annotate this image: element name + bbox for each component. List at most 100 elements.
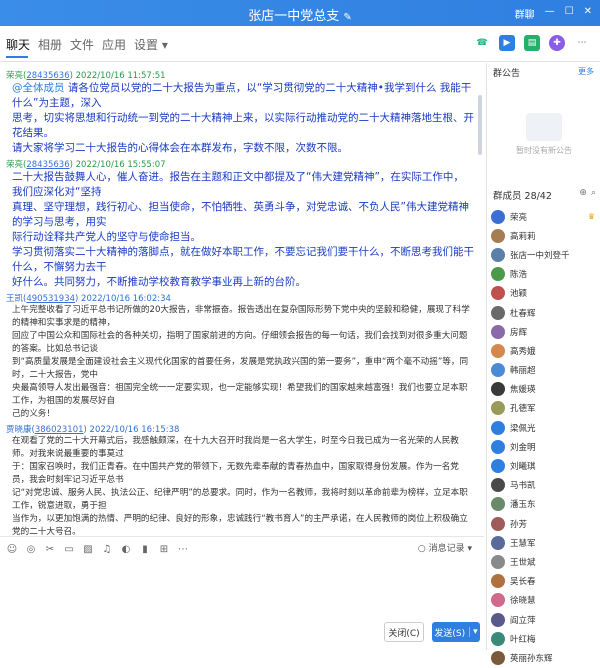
mention-all[interactable]: @全体成员 bbox=[12, 82, 65, 94]
minimize-icon[interactable]: — bbox=[545, 6, 555, 21]
member-item[interactable]: 马书凯 bbox=[491, 476, 599, 495]
message-line: 在观看了党的二十大开幕式后，我感触颇深，在十九大召开时我尚是一名大学生，时至今日… bbox=[12, 436, 459, 459]
member-name: 焦媛瑛 bbox=[510, 385, 536, 396]
message-sender[interactable]: 荣亮 bbox=[6, 71, 23, 81]
grid-icon[interactable]: ⊞ bbox=[158, 544, 170, 556]
message-line: 思考，切实将思想和行动统一到党的二十大精神上来，以实际行动推动党的二十大精神落地… bbox=[12, 112, 474, 139]
member-item[interactable]: 潘玉东 bbox=[491, 495, 599, 514]
message-input[interactable]: 关闭(C) 发送(S) ▾ bbox=[0, 562, 484, 650]
message-line: 到“高质量发展是全面建设社会主义现代化国家的首要任务，发展是党执政兴国的第一要务… bbox=[12, 357, 469, 380]
gif-icon[interactable]: ◎ bbox=[25, 544, 37, 556]
member-item[interactable]: 荣亮 ♛ bbox=[491, 207, 599, 226]
owner-icon: ♛ bbox=[587, 212, 595, 222]
tab-apps[interactable]: 应用 bbox=[102, 36, 126, 53]
notice-more-link[interactable]: 更多 bbox=[578, 66, 594, 77]
send-label: 发送(S) bbox=[434, 628, 466, 639]
member-item[interactable]: 英丽孙东辉 bbox=[491, 648, 599, 667]
member-item[interactable]: 陈浩 bbox=[491, 265, 599, 284]
member-item[interactable]: 杜春辉 bbox=[491, 303, 599, 322]
message-line: 回应了中国公众和国际社会的各种关切，指明了国家前进的方向。仔细领会报告的每一句话… bbox=[12, 331, 468, 354]
tab-files[interactable]: 文件 bbox=[70, 36, 94, 53]
phone-icon[interactable]: ☎ bbox=[474, 35, 490, 51]
avatar bbox=[491, 401, 505, 416]
member-item[interactable]: 徐晓慧 bbox=[491, 591, 599, 610]
member-item[interactable]: 刘金明 bbox=[491, 437, 599, 456]
member-actions: ⊕ ⌕ bbox=[579, 188, 596, 198]
member-item[interactable]: 韩丽超 bbox=[491, 361, 599, 380]
video-icon[interactable]: ▶ bbox=[499, 35, 515, 51]
message-sender[interactable]: 荣亮 bbox=[6, 160, 23, 170]
chevron-down-icon[interactable]: ▾ bbox=[469, 627, 478, 637]
member-item[interactable]: 王世斌 bbox=[491, 552, 599, 571]
add-member-icon[interactable]: ⊕ bbox=[579, 188, 587, 198]
edit-icon[interactable]: ✎ bbox=[343, 12, 351, 23]
emoji-icon[interactable]: ☺ bbox=[6, 544, 18, 556]
avatar bbox=[491, 535, 505, 550]
member-list[interactable]: 荣亮 ♛ 高莉莉张店一中刘登千陈浩池颖杜春辉房辉高秀娥韩丽超焦媛瑛孔德军 梁佩光 刘金明… bbox=[491, 207, 599, 668]
member-item[interactable]: 孔德军 bbox=[491, 399, 599, 418]
member-item[interactable]: 张店一中刘登千 bbox=[491, 245, 599, 264]
avatar bbox=[491, 593, 505, 608]
member-item[interactable]: 梁佩光 bbox=[491, 418, 599, 437]
member-name: 池颖 bbox=[510, 289, 528, 300]
group-name: 张店一中党总支 bbox=[248, 9, 340, 24]
member-name: 阎立萍 bbox=[510, 615, 536, 626]
message-line: 于：国家召唤时，我们正青春。在中国共产党的带领下，无数先辈奉献的青春热血中，国家… bbox=[12, 462, 459, 485]
whiteboard-icon[interactable]: ▤ bbox=[524, 35, 540, 51]
members-title: 群成员 28/42 bbox=[493, 191, 552, 202]
apps-icon[interactable]: ✚ bbox=[549, 35, 565, 51]
avatar bbox=[491, 286, 505, 301]
member-item[interactable]: 高秀娥 bbox=[491, 341, 599, 360]
notice-title: 群公告 bbox=[493, 69, 521, 79]
message-scrollbar[interactable] bbox=[478, 95, 482, 155]
member-name: 杜春辉 bbox=[510, 308, 536, 319]
send-button[interactable]: 发送(S) ▾ bbox=[432, 622, 480, 642]
member-item[interactable]: 池颖 bbox=[491, 284, 599, 303]
image-icon[interactable]: ▨ bbox=[82, 544, 94, 556]
notice-empty: 暂时没有新公告 bbox=[509, 113, 579, 156]
voice-icon[interactable]: ◐ bbox=[120, 544, 132, 556]
scissors-icon[interactable]: ✂ bbox=[44, 544, 56, 556]
message-line: 学习贯彻落实二十大精神的落脚点，就在做好本职工作，不要忘记我们要干什么，不断思考… bbox=[12, 246, 474, 273]
message-line: 央最高领导人发出最强音：祖国完全统一一定要实现，也一定能够实现！希望我们的国家越… bbox=[12, 383, 468, 406]
message-list[interactable]: 荣亮(28435636) 2022/10/16 11:57:51 @全体成员 请各… bbox=[0, 63, 484, 535]
message-sender-id[interactable]: 490531934 bbox=[26, 294, 75, 304]
more-icon[interactable]: ⋯ bbox=[574, 35, 590, 51]
message-sender[interactable]: 王凯 bbox=[6, 294, 23, 304]
member-item[interactable]: 孙芳 bbox=[491, 514, 599, 533]
music-icon[interactable]: ♫ bbox=[101, 544, 113, 556]
message-history-button[interactable]: ○ 消息记录 ▾ bbox=[418, 541, 472, 554]
tab-chat[interactable]: 聊天 bbox=[6, 36, 30, 53]
message-line: 请大家将学习二十大报告的心得体会在本群发布，字数不限，次数不限。 bbox=[12, 142, 348, 154]
message-line: 记“对党忠诚、服务人民、执法公正、纪律严明”的总要求。同时，作为一名教师，我将时… bbox=[12, 488, 468, 511]
group-sidebar: 群公告 更多 暂时没有新公告 群成员 28/42 ⊕ ⌕ 荣亮 ♛ 高莉莉张店一中刘… bbox=[486, 63, 600, 665]
message-sender-id[interactable]: 28435636 bbox=[26, 160, 69, 170]
tab-album[interactable]: 相册 bbox=[38, 36, 62, 53]
member-item[interactable]: 刘曦琪 bbox=[491, 456, 599, 475]
file-icon[interactable]: ▭ bbox=[63, 544, 75, 556]
maximize-icon[interactable]: ☐ bbox=[565, 6, 574, 21]
member-name: 刘曦琪 bbox=[510, 462, 536, 473]
close-icon[interactable]: ✕ bbox=[584, 6, 592, 21]
close-button[interactable]: 关闭(C) bbox=[384, 622, 424, 642]
member-name: 陈浩 bbox=[510, 270, 528, 281]
member-item[interactable]: 叶红梅 bbox=[491, 629, 599, 648]
member-item[interactable]: 阎立萍 bbox=[491, 610, 599, 629]
member-item[interactable]: 吴长春 bbox=[491, 572, 599, 591]
red-packet-icon[interactable]: ▮ bbox=[139, 544, 151, 556]
member-name: 高秀娥 bbox=[510, 346, 536, 357]
message-sender-id[interactable]: 386023101 bbox=[35, 425, 84, 435]
member-search-icon[interactable]: ⌕ bbox=[591, 188, 596, 198]
member-name: 高莉莉 bbox=[510, 231, 536, 242]
member-item[interactable]: 王慧军 bbox=[491, 533, 599, 552]
avatar bbox=[491, 574, 505, 589]
member-item[interactable]: 高莉莉 bbox=[491, 226, 599, 245]
member-name: 荣亮 bbox=[510, 212, 528, 223]
more-tools-icon[interactable]: ⋯ bbox=[177, 544, 189, 556]
avatar bbox=[491, 554, 505, 569]
message-sender[interactable]: 贾晓康 bbox=[6, 425, 32, 435]
tab-settings[interactable]: 设置 ▾ bbox=[134, 36, 168, 53]
member-item[interactable]: 焦媛瑛 bbox=[491, 380, 599, 399]
message-sender-id[interactable]: 28435636 bbox=[26, 71, 69, 81]
member-item[interactable]: 房辉 bbox=[491, 322, 599, 341]
